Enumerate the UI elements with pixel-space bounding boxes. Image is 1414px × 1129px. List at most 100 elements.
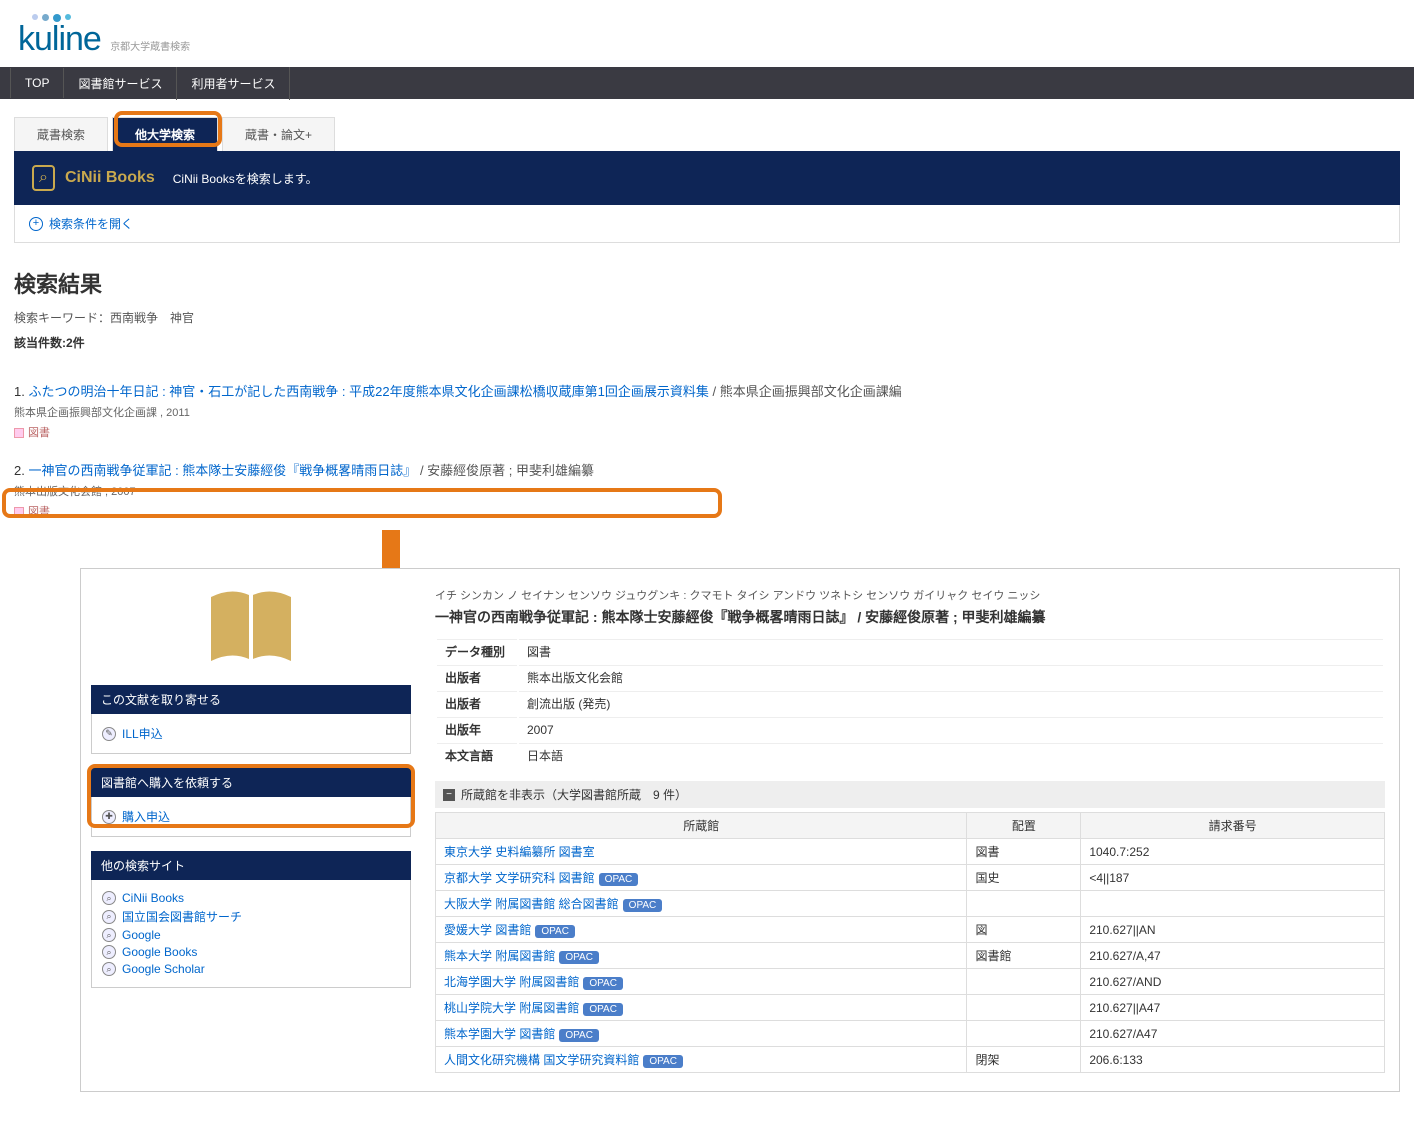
table-row: 東京大学 史料編纂所 図書室図書1040.7:252 xyxy=(436,839,1385,865)
holdings-toggle[interactable]: − 所蔵館を非表示（大学図書館所蔵 9 件） xyxy=(435,781,1385,808)
result-title-link[interactable]: ふたつの明治十年日記 : 神官・石工が記した西南戦争 : 平成22年度熊本県文化… xyxy=(28,384,708,399)
library-link[interactable]: 熊本学園大学 図書館 xyxy=(444,1027,555,1041)
location-cell xyxy=(967,891,1081,917)
result-author: / 安藤經俊原著 ; 甲斐利雄編纂 xyxy=(420,463,594,478)
nav-user-services[interactable]: 利用者サービス xyxy=(177,67,290,100)
callno-cell: 210.627||A47 xyxy=(1081,995,1385,1021)
opac-badge[interactable]: OPAC xyxy=(583,977,623,990)
result-number: 1. xyxy=(14,384,28,399)
sidebar-purchase-header: 図書館へ購入を依頼する xyxy=(91,768,411,797)
magnify-icon: ⌕ xyxy=(102,945,116,959)
opac-badge[interactable]: OPAC xyxy=(599,873,639,886)
table-row: 人間文化研究機構 国文学研究資料館 OPAC 閉架206.6:133 xyxy=(436,1047,1385,1073)
tab-articles[interactable]: 蔵書・論文+ xyxy=(222,117,335,151)
minus-icon: − xyxy=(443,789,455,801)
magnify-icon: ⌕ xyxy=(102,910,116,924)
plus-icon: + xyxy=(29,217,43,231)
location-cell xyxy=(967,995,1081,1021)
callno-cell: 210.627/A47 xyxy=(1081,1021,1385,1047)
nav-library-services[interactable]: 図書館サービス xyxy=(64,67,177,100)
detail-panel: この文献を取り寄せる ✎ILL申込 図書館へ購入を依頼する ✚購入申込 他の検索… xyxy=(80,568,1400,1092)
sidebar-other-header: 他の検索サイト xyxy=(91,851,411,880)
magnify-icon: ⌕ xyxy=(102,891,116,905)
table-row: 熊本学園大学 図書館 OPAC 210.627/A47 xyxy=(436,1021,1385,1047)
callno-cell: 210.627/A,47 xyxy=(1081,943,1385,969)
library-link[interactable]: 人間文化研究機構 国文学研究資料館 xyxy=(444,1053,639,1067)
result-item-1: 1. ふたつの明治十年日記 : 神官・石工が記した西南戦争 : 平成22年度熊本… xyxy=(14,381,1400,440)
results-heading: 検索結果 xyxy=(14,267,1400,299)
magnify-icon: ⌕ xyxy=(102,962,116,976)
library-link[interactable]: 大阪大学 附属図書館 総合図書館 xyxy=(444,897,619,911)
location-cell: 図書 xyxy=(967,839,1081,865)
location-cell xyxy=(967,1021,1081,1047)
col-location: 配置 xyxy=(967,813,1081,839)
callno-cell: 206.6:133 xyxy=(1081,1047,1385,1073)
library-link[interactable]: 東京大学 史料編纂所 図書室 xyxy=(444,845,595,859)
result-title-link[interactable]: 一神官の西南戦争従軍記 : 熊本隊士安藤經俊『戦争概畧晴雨日誌』 xyxy=(28,463,416,478)
result-number: 2. xyxy=(14,463,28,478)
result-type: 図書 xyxy=(14,503,1400,519)
location-cell: 閉架 xyxy=(967,1047,1081,1073)
search-books-icon: ⌕ xyxy=(32,165,55,191)
opac-badge[interactable]: OPAC xyxy=(559,1029,599,1042)
logo-text: kuline xyxy=(18,20,101,58)
opac-badge[interactable]: OPAC xyxy=(535,925,575,938)
tab-other-univ-search[interactable]: 他大学検索 xyxy=(112,117,218,151)
ill-request-link[interactable]: ✎ILL申込 xyxy=(102,725,400,742)
title-reading: イチ シンカン ノ セイナン センソウ ジュウグンキ : クマモト タイシ アン… xyxy=(435,587,1385,603)
purchase-request-link[interactable]: ✚購入申込 xyxy=(102,808,400,825)
detail-title: 一神官の西南戦争従軍記 : 熊本隊士安藤經俊『戦争概畧晴雨日誌』 / 安藤經俊原… xyxy=(435,607,1385,627)
opac-badge[interactable]: OPAC xyxy=(583,1003,623,1016)
cart-icon: ✚ xyxy=(102,810,116,824)
cinii-description: CiNii Booksを検索します。 xyxy=(173,170,318,187)
location-cell: 図書館 xyxy=(967,943,1081,969)
table-row: 北海学園大学 附属図書館 OPAC 210.627/AND xyxy=(436,969,1385,995)
callno-cell xyxy=(1081,891,1385,917)
table-row: 京都大学 文学研究科 図書館 OPAC 国史<4||187 xyxy=(436,865,1385,891)
library-link[interactable]: 北海学園大学 附属図書館 xyxy=(444,975,579,989)
result-publisher: 熊本県企画振興部文化企画課 , 2011 xyxy=(14,404,1400,420)
external-search-link[interactable]: ⌕国立国会図書館サーチ xyxy=(102,908,400,925)
library-link[interactable]: 熊本大学 附属図書館 xyxy=(444,949,555,963)
top-nav: TOP 図書館サービス 利用者サービス xyxy=(0,67,1414,99)
location-cell: 国史 xyxy=(967,865,1081,891)
callno-cell: 210.627||AN xyxy=(1081,917,1385,943)
magnify-icon: ⌕ xyxy=(102,928,116,942)
library-link[interactable]: 京都大学 文学研究科 図書館 xyxy=(444,871,595,885)
sidebar-request-section: この文献を取り寄せる ✎ILL申込 xyxy=(91,685,411,754)
external-search-link[interactable]: ⌕CiNii Books xyxy=(102,891,400,905)
result-publisher: 熊本出版文化会館 , 2007 xyxy=(14,483,1400,499)
location-cell xyxy=(967,969,1081,995)
library-link[interactable]: 桃山学院大学 附属図書館 xyxy=(444,1001,579,1015)
nav-top[interactable]: TOP xyxy=(10,68,64,98)
location-cell: 図 xyxy=(967,917,1081,943)
document-icon: ✎ xyxy=(102,727,116,741)
sidebar-request-header: この文献を取り寄せる xyxy=(91,685,411,714)
sidebar-purchase-section: 図書館へ購入を依頼する ✚購入申込 xyxy=(91,768,411,837)
book-icon xyxy=(91,587,411,667)
expand-search-conditions[interactable]: + 検索条件を開く xyxy=(14,205,1400,243)
external-search-link[interactable]: ⌕Google xyxy=(102,928,400,942)
opac-badge[interactable]: OPAC xyxy=(559,951,599,964)
results-count: 該当件数:2件 xyxy=(14,334,1400,351)
search-tabs: 蔵書検索 他大学検索 蔵書・論文+ xyxy=(14,117,1400,151)
opac-badge[interactable]: OPAC xyxy=(623,899,663,912)
library-link[interactable]: 愛媛大学 図書館 xyxy=(444,923,531,937)
callno-cell: <4||187 xyxy=(1081,865,1385,891)
table-row: 熊本大学 附属図書館 OPAC 図書館210.627/A,47 xyxy=(436,943,1385,969)
col-library: 所蔵館 xyxy=(436,813,967,839)
results-keyword: 検索キーワード：西南戦争 神官 xyxy=(14,309,1400,326)
cinii-banner: ⌕ CiNii Books CiNii Booksを検索します。 xyxy=(14,151,1400,205)
result-author: / 熊本県企画振興部文化企画課編 xyxy=(712,384,901,399)
external-search-link[interactable]: ⌕Google Books xyxy=(102,945,400,959)
opac-badge[interactable]: OPAC xyxy=(643,1055,683,1068)
logo-area: kuline 京都大学蔵書検索 xyxy=(0,0,1414,67)
metadata-table: データ種別図書 出版者熊本出版文化会館 出版者創流出版 (発売) 出版年2007… xyxy=(435,637,1385,769)
tab-local-search[interactable]: 蔵書検索 xyxy=(14,117,108,151)
logo-subtitle: 京都大学蔵書検索 xyxy=(110,42,190,53)
external-search-link[interactable]: ⌕Google Scholar xyxy=(102,962,400,976)
table-row: 大阪大学 附属図書館 総合図書館 OPAC xyxy=(436,891,1385,917)
expand-label: 検索条件を開く xyxy=(49,215,133,232)
holdings-table: 所蔵館 配置 請求番号 東京大学 史料編纂所 図書室図書1040.7:252京都… xyxy=(435,812,1385,1073)
callno-cell: 210.627/AND xyxy=(1081,969,1385,995)
